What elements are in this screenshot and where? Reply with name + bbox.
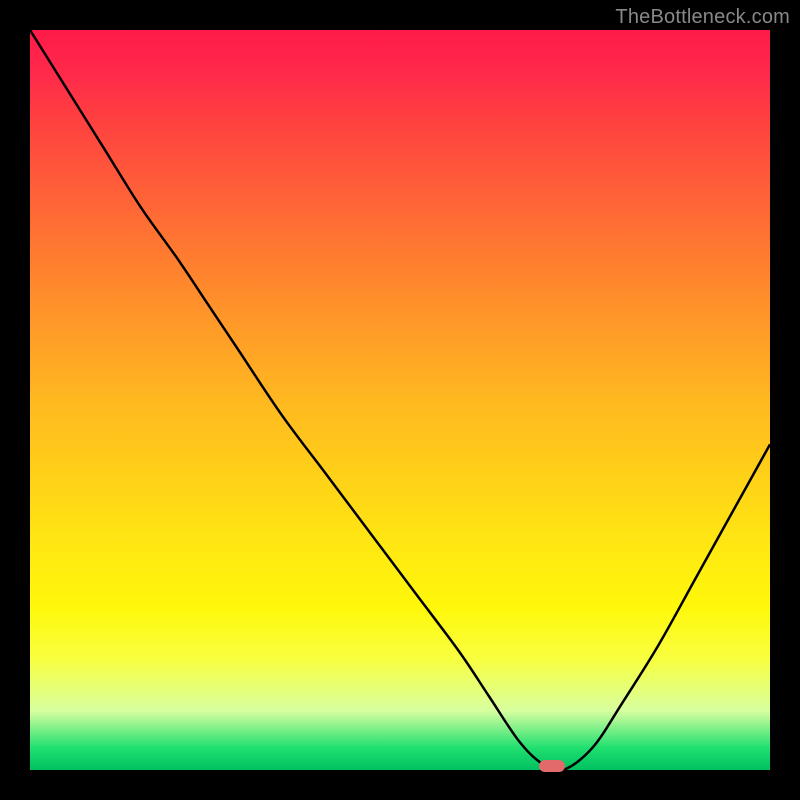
plot-area [30,30,770,770]
bottleneck-chart: TheBottleneck.com [0,0,800,800]
watermark-text: TheBottleneck.com [615,6,790,29]
curve-layer [30,30,770,770]
bottleneck-curve-path [30,30,770,770]
optimal-point-marker [539,760,565,772]
